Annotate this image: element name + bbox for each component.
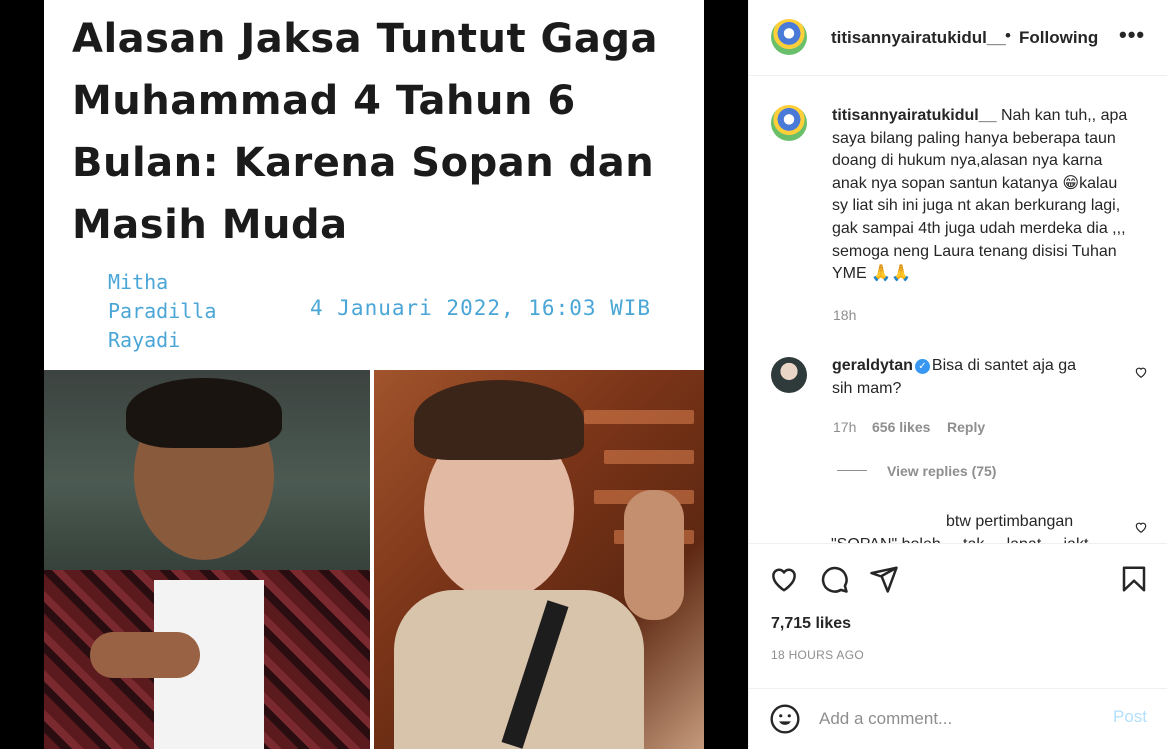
wall-plank — [584, 410, 694, 424]
caption-line: doang di hukum nya,alasan nya karna — [832, 152, 1103, 169]
pointing-hand — [90, 632, 200, 678]
photo-left — [44, 370, 370, 749]
post-comment-button[interactable]: Post — [1113, 707, 1147, 727]
caption-username[interactable]: titisannyairatukidul__ — [832, 107, 997, 124]
post-timestamp[interactable]: 18 HOURS AGO — [771, 648, 864, 662]
author-line: Rayadi — [108, 328, 181, 352]
following-button[interactable]: Following — [1019, 28, 1098, 48]
comment-username[interactable]: geraldytan — [832, 357, 913, 374]
author-line: Paradilla — [108, 299, 217, 323]
instagram-post-modal: Alasan Jaksa Tuntut Gaga Muhammad 4 Tahu… — [0, 0, 1167, 749]
replies-line — [837, 470, 867, 471]
share-icon[interactable] — [869, 564, 899, 594]
comments-list[interactable]: titisannyairatukidul__ Nah kan tuh,, apa… — [749, 77, 1167, 543]
news-screenshot: Alasan Jaksa Tuntut Gaga Muhammad 4 Tahu… — [44, 0, 704, 749]
avatar[interactable] — [771, 357, 807, 393]
comment-time[interactable]: 17h — [833, 419, 856, 435]
caption-time[interactable]: 18h — [833, 307, 856, 323]
headline-line: Muhammad 4 Tahun 6 — [72, 78, 576, 124]
wall-plank — [604, 450, 694, 464]
avatar[interactable] — [771, 105, 807, 141]
comment-line: btw pertimbangan — [946, 513, 1074, 530]
caption-line: titisannyairatukidul__ Nah kan tuh,, apa — [832, 107, 1128, 124]
comment-input[interactable] — [819, 705, 1099, 733]
caption-line: anak nya sopan santun katanya 😁kalau — [832, 175, 1118, 192]
arm — [624, 490, 684, 620]
comments-pane: titisannyairatukidul__ • Following ••• t… — [748, 0, 1167, 749]
comment-likes[interactable]: 656 likes — [872, 419, 930, 435]
comment-line: sih mam? — [832, 380, 902, 397]
header-username[interactable]: titisannyairatukidul__ — [831, 28, 1006, 48]
headline-line: Alasan Jaksa Tuntut Gaga — [72, 16, 659, 62]
bookmark-icon[interactable] — [1119, 564, 1149, 594]
photo-right — [374, 370, 704, 749]
comment-composer: Post — [749, 688, 1167, 749]
post-actions: 7,715 likes 18 HOURS AGO — [749, 543, 1167, 688]
comment-line: geraldytan ✓ Bisa di santet aja ga — [832, 357, 1077, 374]
like-comment-icon[interactable] — [1134, 520, 1148, 534]
headline-line: Masih Muda — [72, 202, 348, 248]
caption-line: saya bilang paling hanya beberapa taun — [832, 130, 1116, 147]
comment-icon[interactable] — [819, 564, 849, 594]
post-header: titisannyairatukidul__ • Following ••• — [749, 0, 1167, 76]
likes-count[interactable]: 7,715 likes — [771, 615, 851, 633]
avatar[interactable] — [771, 19, 807, 55]
verified-badge-icon: ✓ — [914, 359, 930, 374]
reply-button[interactable]: Reply — [947, 419, 985, 435]
caption-line: YME 🙏🙏 — [832, 265, 911, 282]
article-date: 4 Januari 2022, 16:03 WIB — [310, 296, 652, 320]
view-replies-button[interactable]: View replies (75) — [887, 463, 996, 479]
emoji-icon[interactable] — [769, 703, 801, 735]
caption-line: sy liat sih ini juga nt akan berkurang l… — [832, 197, 1121, 214]
caption-line: semoga neng Laura tenang disisi Tuhan — [832, 243, 1117, 260]
caption-line: gak sampai 4th juga udah merdeka dia ,,, — [832, 220, 1126, 237]
separator-dot: • — [1005, 26, 1011, 45]
post-media[interactable]: Alasan Jaksa Tuntut Gaga Muhammad 4 Tahu… — [0, 0, 748, 749]
heart-icon[interactable] — [769, 564, 799, 594]
article-headline: Alasan Jaksa Tuntut Gaga Muhammad 4 Tahu… — [72, 8, 672, 256]
person-hair — [414, 380, 584, 460]
comment-line: "SOPAN" boleh ... tak ... lapat ... jakt — [831, 534, 1088, 543]
person-hair — [126, 378, 282, 448]
author-line: Mitha — [108, 270, 169, 294]
more-options-icon[interactable]: ••• — [1119, 22, 1145, 48]
like-comment-icon[interactable] — [1134, 365, 1148, 379]
article-author: Mitha Paradilla Rayadi — [108, 268, 248, 355]
headline-line: Bulan: Karena Sopan dan — [72, 140, 655, 186]
